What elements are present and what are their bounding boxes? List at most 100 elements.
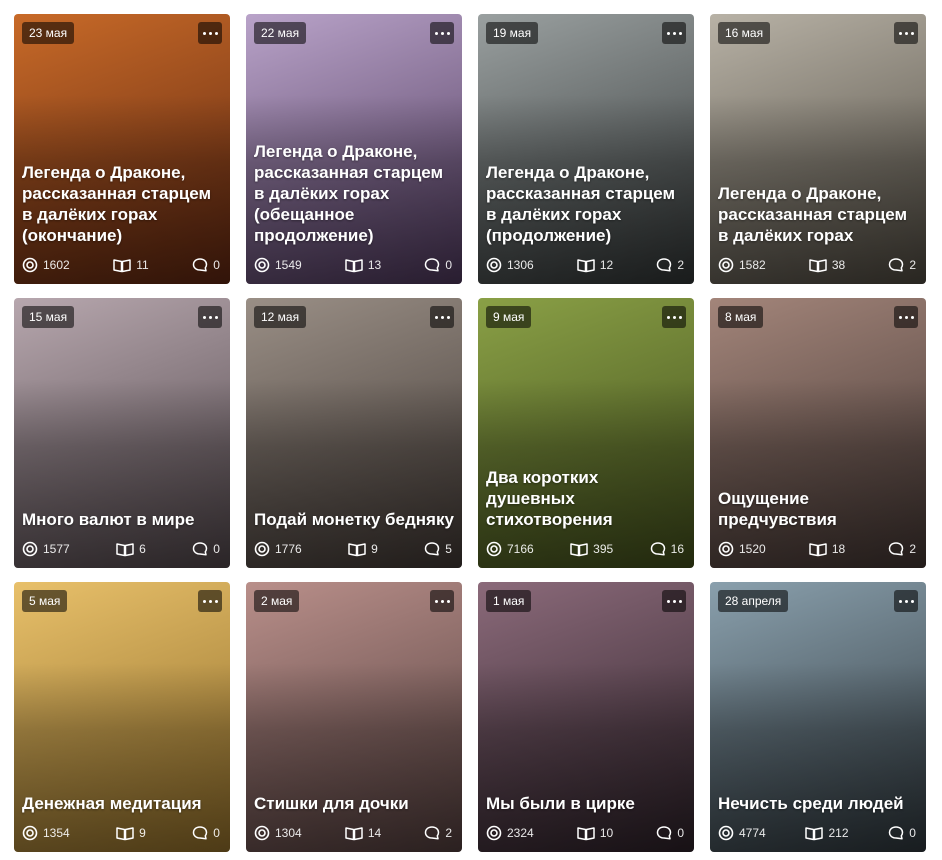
article-card[interactable]: 1 мая Мы были в цирке 2324 10 0 [478,582,694,852]
views-count: 1577 [43,542,70,556]
article-title[interactable]: Легенда о Драконе, рассказанная старцем … [254,141,454,246]
article-stats: 1354 9 0 [22,824,220,842]
article-stats: 1602 11 0 [22,256,220,274]
reads-stat: 10 [577,825,613,841]
reads-stat: 9 [116,825,146,841]
comments-stat[interactable]: 2 [424,825,452,841]
more-icon[interactable] [198,590,222,612]
publish-date: 5 мая [22,590,68,612]
article-title[interactable]: Подай монетку бедняку [254,509,454,530]
article-card[interactable]: 16 мая Легенда о Драконе, рассказанная с… [710,14,926,284]
article-card[interactable]: 5 мая Денежная медитация 1354 9 0 [14,582,230,852]
comments-icon [192,541,208,557]
publish-date: 19 мая [486,22,539,44]
views-stat: 1582 [718,257,766,273]
comments-stat[interactable]: 0 [424,257,452,273]
publish-date: 1 мая [486,590,532,612]
more-icon[interactable] [198,22,222,44]
article-title[interactable]: Нечисть среди людей [718,793,918,814]
comments-stat[interactable]: 16 [650,541,684,557]
comments-stat[interactable]: 0 [192,541,220,557]
comments-stat[interactable]: 2 [656,257,684,273]
comments-stat[interactable]: 0 [888,825,916,841]
article-title[interactable]: Два коротких душевных стихотворения [486,467,686,530]
article-card[interactable]: 9 мая Два коротких душевных стихотворени… [478,298,694,568]
comments-icon [888,825,904,841]
views-count: 1602 [43,258,70,272]
views-count: 7166 [507,542,534,556]
reads-count: 38 [831,258,846,272]
comments-stat[interactable]: 0 [192,825,220,841]
more-icon[interactable] [430,22,454,44]
article-card[interactable]: 28 апреля Нечисть среди людей 4774 212 0 [710,582,926,852]
views-icon [486,541,502,557]
comments-stat[interactable]: 0 [192,257,220,273]
article-card[interactable]: 19 мая Легенда о Драконе, рассказанная с… [478,14,694,284]
more-icon[interactable] [894,22,918,44]
reads-count: 12 [599,258,614,272]
views-count: 1304 [275,826,302,840]
reads-stat: 14 [345,825,381,841]
reads-icon [113,257,132,273]
publish-date: 8 мая [718,306,764,328]
reads-count: 9 [139,826,146,840]
article-card[interactable]: 22 мая Легенда о Драконе, рассказанная с… [246,14,462,284]
reads-icon [577,257,595,273]
more-icon[interactable] [430,590,454,612]
views-count: 1354 [43,826,70,840]
reads-icon [116,541,134,557]
more-icon[interactable] [894,306,918,328]
more-icon[interactable] [662,22,686,44]
reads-stat: 12 [577,257,613,273]
comments-count: 0 [213,826,220,840]
comments-icon [424,825,440,841]
article-title[interactable]: Мы были в цирке [486,793,686,814]
publish-date: 12 мая [254,306,307,328]
article-card[interactable]: 2 мая Стишки для дочки 1304 14 2 [246,582,462,852]
article-title[interactable]: Ощущение предчувствия [718,488,918,530]
article-stats: 4774 212 0 [718,824,916,842]
views-count: 1549 [275,258,302,272]
reads-count: 212 [828,826,849,840]
reads-count: 10 [599,826,614,840]
comments-icon [192,257,208,273]
article-title[interactable]: Много валют в мире [22,509,222,530]
views-icon [718,825,734,841]
reads-icon [345,825,363,841]
comments-stat[interactable]: 2 [888,257,916,273]
article-title[interactable]: Легенда о Драконе, рассказанная старцем … [486,162,686,246]
views-icon [254,541,270,557]
views-count: 1520 [739,542,766,556]
publish-date: 22 мая [254,22,307,44]
article-card[interactable]: 23 мая Легенда о Драконе, рассказанная с… [14,14,230,284]
reads-stat: 212 [805,825,849,841]
publish-date: 28 апреля [718,590,789,612]
comments-stat[interactable]: 2 [888,541,916,557]
more-icon[interactable] [430,306,454,328]
more-icon[interactable] [662,590,686,612]
article-title[interactable]: Легенда о Драконе, рассказанная старцем … [718,183,918,246]
reads-icon [577,825,595,841]
article-stats: 1306 12 2 [486,256,684,274]
views-count: 4774 [739,826,766,840]
article-card[interactable]: 12 мая Подай монетку бедняку 1776 9 5 [246,298,462,568]
views-stat: 1354 [22,825,70,841]
article-title[interactable]: Денежная медитация [22,793,222,814]
article-title[interactable]: Стишки для дочки [254,793,454,814]
comments-stat[interactable]: 0 [656,825,684,841]
reads-stat: 6 [116,541,146,557]
views-stat: 7166 [486,541,534,557]
article-card[interactable]: 8 мая Ощущение предчувствия 1520 18 2 [710,298,926,568]
comments-icon [424,257,440,273]
more-icon[interactable] [198,306,222,328]
more-icon[interactable] [662,306,686,328]
article-title[interactable]: Легенда о Драконе, рассказанная старцем … [22,162,222,246]
more-icon[interactable] [894,590,918,612]
comments-count: 0 [445,258,452,272]
comments-stat[interactable]: 5 [424,541,452,557]
comments-icon [888,257,904,273]
reads-stat: 11 [113,257,149,273]
article-card[interactable]: 15 мая Много валют в мире 1577 6 0 [14,298,230,568]
comments-count: 0 [213,542,220,556]
article-stats: 1776 9 5 [254,540,452,558]
